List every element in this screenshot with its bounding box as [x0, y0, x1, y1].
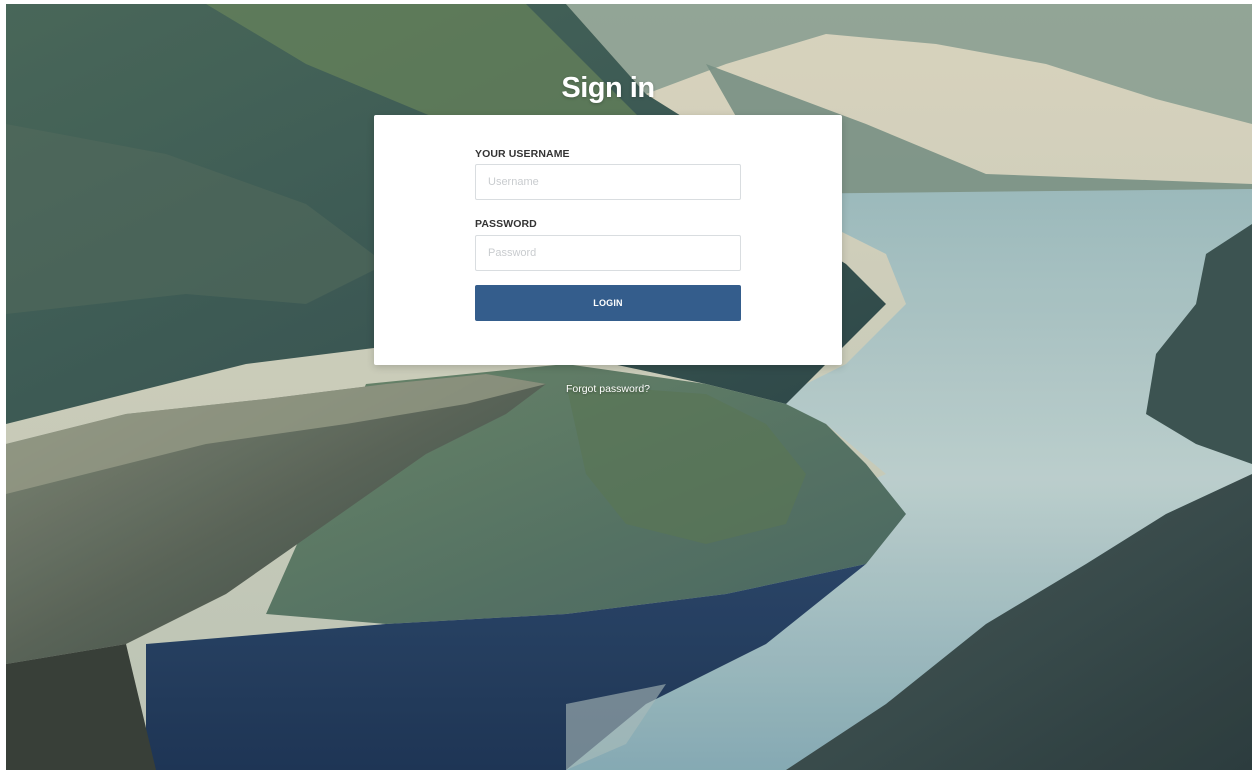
- password-input[interactable]: [475, 235, 741, 271]
- login-button[interactable]: LOGIN: [475, 285, 741, 321]
- username-input[interactable]: [475, 164, 741, 200]
- forgot-password-link[interactable]: Forgot password?: [0, 383, 1216, 395]
- page-title: Sign in: [561, 72, 655, 104]
- username-label: YOUR USERNAME: [475, 148, 570, 160]
- login-page: Sign in YOUR USERNAME PASSWORD LOGIN For…: [0, 0, 1252, 770]
- password-label: PASSWORD: [475, 218, 537, 230]
- login-card: YOUR USERNAME PASSWORD LOGIN: [374, 115, 842, 365]
